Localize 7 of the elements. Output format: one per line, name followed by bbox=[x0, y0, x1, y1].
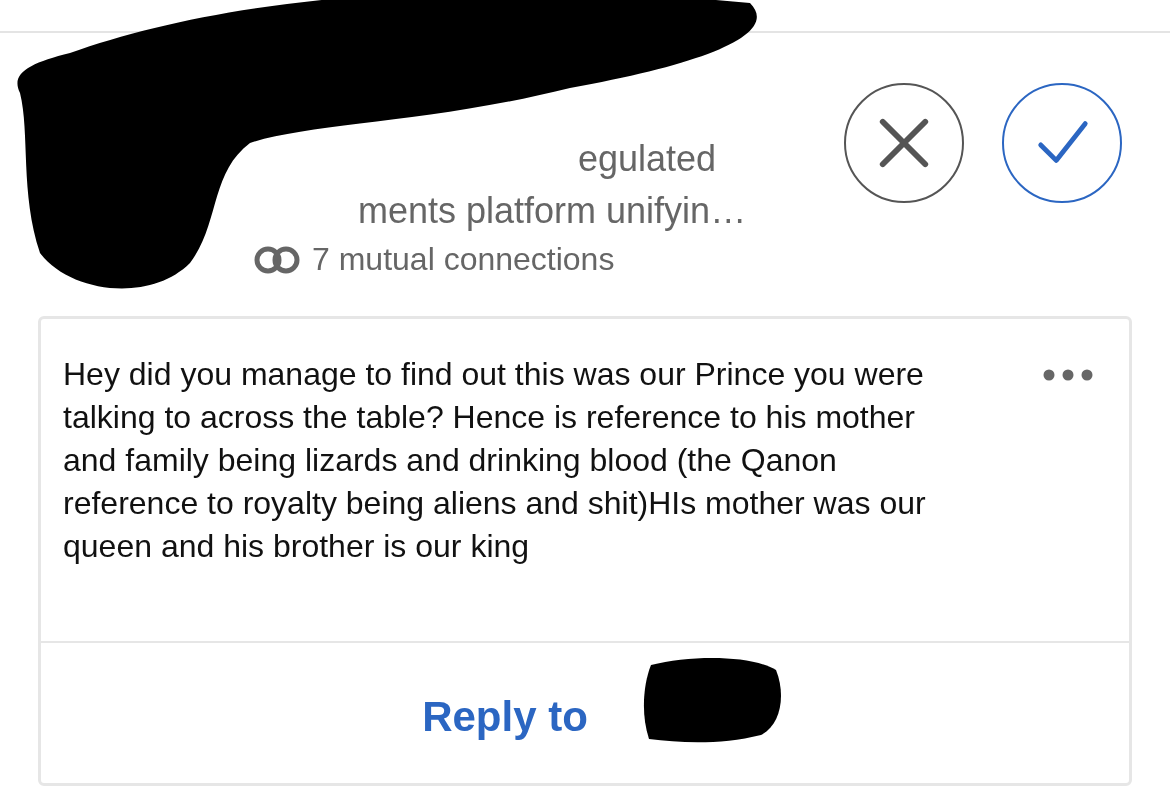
headline-text: egulated bbox=[578, 137, 717, 181]
headline-text: ments platform unifyin… bbox=[358, 189, 747, 233]
more-icon[interactable] bbox=[1043, 369, 1093, 381]
connections-icon bbox=[254, 245, 300, 274]
message-text: Hey did you manage to find out this was our Prince you were talking to across the table? Hence is reference to his mother and family being lizards and drinking blood (the Qanon reference to royalty being aliens and shit)HIs mother was our queen and his brother is our king bbox=[63, 355, 927, 566]
reply-button[interactable]: Reply to bbox=[422, 693, 588, 741]
mutual-connections: 7 mutual connections bbox=[312, 241, 615, 278]
